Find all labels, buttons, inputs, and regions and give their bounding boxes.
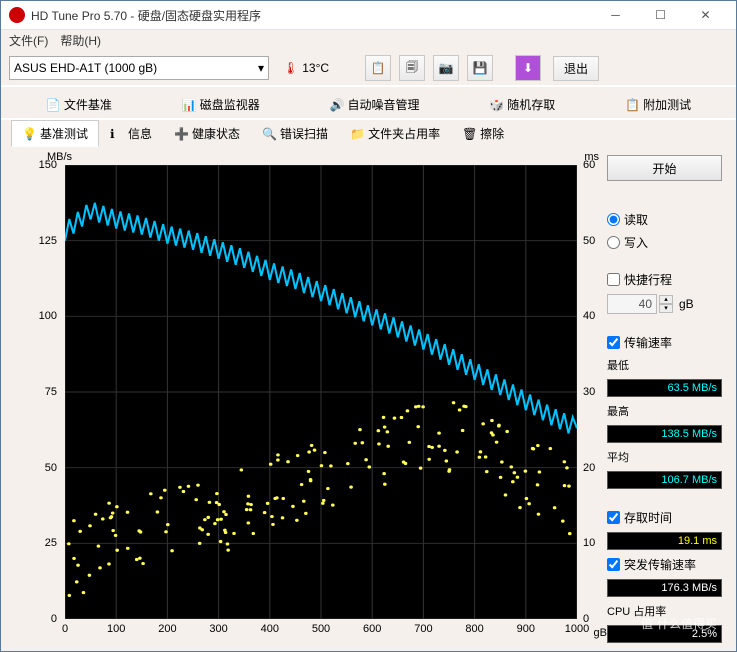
chevron-down-icon: ▾ bbox=[258, 61, 264, 75]
access-time-checkbox[interactable] bbox=[607, 511, 620, 524]
screenshot-button[interactable]: 📷 bbox=[433, 55, 459, 81]
write-label: 写入 bbox=[624, 234, 648, 251]
avg-value: 106.7 MB/s bbox=[607, 471, 722, 489]
start-button[interactable]: 开始 bbox=[607, 155, 722, 181]
min-value: 63.5 MB/s bbox=[607, 379, 722, 397]
health-icon: ➕ bbox=[174, 127, 188, 141]
burst-rate-value: 176.3 MB/s bbox=[607, 579, 722, 597]
menubar: 文件(F) 帮助(H) bbox=[1, 30, 736, 51]
min-label: 最低 bbox=[607, 357, 722, 373]
short-stroke-checkbox[interactable] bbox=[607, 273, 620, 286]
x-ticks: 01002003004005006007008009001000 bbox=[65, 623, 577, 639]
copy-info-button[interactable]: 📋 bbox=[365, 55, 391, 81]
save-button[interactable]: 💾 bbox=[467, 55, 493, 81]
tab-extra-tests[interactable]: 📋附加测试 bbox=[614, 91, 702, 118]
short-stroke-unit: gB bbox=[679, 297, 694, 311]
access-time-label: 存取时间 bbox=[624, 509, 672, 526]
speaker-icon: 🔊 bbox=[329, 98, 343, 112]
spin-down[interactable]: ▾ bbox=[659, 304, 673, 313]
monitor-icon: 📊 bbox=[182, 98, 196, 112]
read-label: 读取 bbox=[624, 211, 648, 228]
xfer-rate-checkbox[interactable] bbox=[607, 336, 620, 349]
menu-help[interactable]: 帮助(H) bbox=[60, 32, 101, 49]
benchmark-icon: 💡 bbox=[22, 127, 36, 141]
exit-button[interactable]: 退出 bbox=[553, 56, 599, 81]
tab-benchmark[interactable]: 💡基准测试 bbox=[11, 120, 99, 147]
info-icon: ℹ bbox=[110, 127, 124, 141]
max-label: 最高 bbox=[607, 403, 722, 419]
window-title: HD Tune Pro 5.70 - 硬盘/固态硬盘实用程序 bbox=[31, 7, 593, 24]
avg-label: 平均 bbox=[607, 449, 722, 465]
app-icon bbox=[9, 7, 25, 23]
short-stroke-input[interactable] bbox=[607, 294, 657, 314]
minimize-button[interactable]: ─ bbox=[593, 1, 638, 29]
options-button[interactable]: ⬇ bbox=[515, 55, 541, 81]
burst-rate-label: 突发传输速率 bbox=[624, 556, 696, 573]
trash-icon: 🗑 bbox=[462, 127, 476, 141]
access-time-value: 19.1 ms bbox=[607, 532, 722, 550]
temperature-value: 13°C bbox=[302, 61, 329, 75]
x-axis-unit: gB bbox=[594, 627, 607, 639]
burst-rate-checkbox[interactable] bbox=[607, 558, 620, 571]
upper-tabs: 📄文件基准 📊磁盘监视器 🔊自动噪音管理 🎲随机存取 📋附加测试 bbox=[1, 87, 736, 118]
spin-up[interactable]: ▴ bbox=[659, 295, 673, 304]
tab-aam[interactable]: 🔊自动噪音管理 bbox=[318, 91, 430, 118]
titlebar: HD Tune Pro 5.70 - 硬盘/固态硬盘实用程序 ─ ☐ ✕ bbox=[1, 1, 736, 30]
lower-tabs: 💡基准测试 ℹ信息 ➕健康状态 🔍错误扫描 📁文件夹占用率 🗑擦除 bbox=[1, 120, 736, 147]
y2-ticks: 0102030405060 bbox=[581, 165, 601, 619]
menu-file[interactable]: 文件(F) bbox=[9, 32, 48, 49]
random-icon: 🎲 bbox=[489, 98, 503, 112]
max-value: 138.5 MB/s bbox=[607, 425, 722, 443]
read-radio[interactable] bbox=[607, 213, 620, 226]
temperature: 🌡 13°C bbox=[275, 61, 337, 75]
tab-disk-monitor[interactable]: 📊磁盘监视器 bbox=[171, 91, 271, 118]
watermark-icon: 值 bbox=[641, 615, 653, 632]
search-icon: 🔍 bbox=[262, 127, 276, 141]
folder-icon: 📁 bbox=[350, 127, 364, 141]
tab-health[interactable]: ➕健康状态 bbox=[163, 120, 251, 147]
maximize-button[interactable]: ☐ bbox=[638, 1, 683, 29]
file-icon: 📄 bbox=[46, 98, 60, 112]
y-ticks: 0255075100125150 bbox=[15, 165, 61, 619]
close-button[interactable]: ✕ bbox=[683, 1, 728, 29]
drive-select-text: ASUS EHD-A1T (1000 gB) bbox=[14, 61, 157, 75]
tab-file-benchmark[interactable]: 📄文件基准 bbox=[35, 91, 123, 118]
write-radio[interactable] bbox=[607, 236, 620, 249]
clipboard-icon: 📋 bbox=[625, 98, 639, 112]
chart-area: MB/s ms 0255075100125150 0102030405060 0… bbox=[15, 155, 601, 643]
xfer-rate-label: 传输速率 bbox=[624, 334, 672, 351]
sidebar: 开始 读取 写入 快捷行程 ▴▾ gB 传输速率 最低 63.5 MB/s 最高… bbox=[607, 155, 722, 643]
tab-random-access[interactable]: 🎲随机存取 bbox=[478, 91, 566, 118]
toolbar: ASUS EHD-A1T (1000 gB) ▾ 🌡 13°C 📋 🗐 📷 💾 … bbox=[1, 51, 736, 85]
benchmark-chart bbox=[65, 165, 577, 619]
short-stroke-label: 快捷行程 bbox=[624, 271, 672, 288]
tab-erase[interactable]: 🗑擦除 bbox=[451, 120, 515, 147]
tab-info[interactable]: ℹ信息 bbox=[99, 120, 163, 147]
copy-screenshot-button[interactable]: 🗐 bbox=[399, 55, 425, 81]
tab-folder-usage[interactable]: 📁文件夹占用率 bbox=[339, 120, 451, 147]
watermark: 值 什么值得买 bbox=[641, 615, 717, 632]
thermometer-icon: 🌡 bbox=[283, 61, 298, 75]
tab-error-scan[interactable]: 🔍错误扫描 bbox=[251, 120, 339, 147]
drive-select[interactable]: ASUS EHD-A1T (1000 gB) ▾ bbox=[9, 56, 269, 80]
